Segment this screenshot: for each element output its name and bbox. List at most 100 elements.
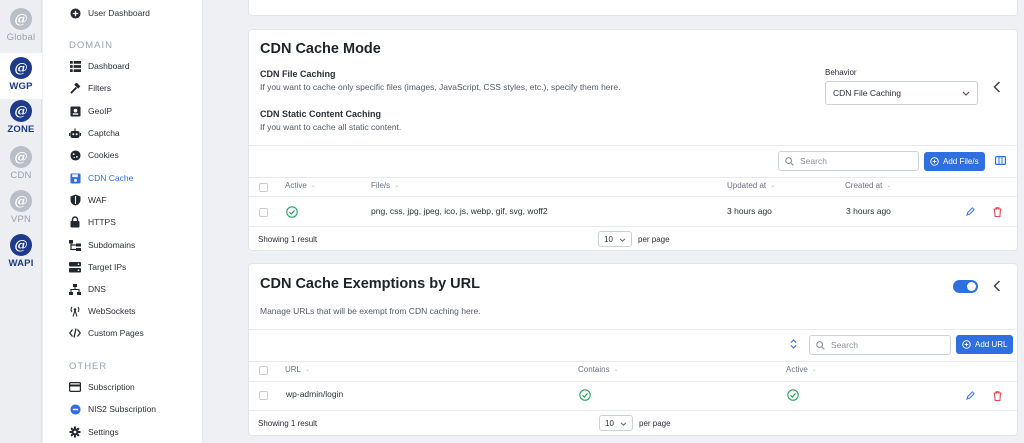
sidebar-item-label: Dashboard	[88, 61, 130, 71]
rail-item-wapi[interactable]: @ WAPI	[0, 234, 42, 280]
file-search-input[interactable]: Search	[778, 151, 919, 171]
sitemap-icon	[69, 239, 81, 251]
sidebar-item-filters[interactable]: Filters	[69, 80, 111, 96]
add-files-button[interactable]: Add File/s	[924, 152, 985, 171]
contains-check-icon	[579, 389, 591, 401]
rail-item-global[interactable]: @ Global	[0, 8, 42, 54]
behavior-select-value: CDN File Caching	[833, 88, 902, 98]
per-page-select[interactable]: 10	[598, 231, 632, 247]
rail-item-label: CDN	[10, 170, 32, 181]
rail-item-cdn[interactable]: @ CDN	[0, 146, 42, 192]
sidebar-item-cdn-cache[interactable]: CDN Cache	[69, 170, 133, 186]
sidebar-item-label: CDN Cache	[88, 173, 134, 183]
column-header-url[interactable]: URL ⌄	[285, 365, 310, 374]
per-page-select[interactable]: 10	[599, 415, 633, 431]
delete-trash-icon[interactable]	[993, 391, 1002, 401]
sidebar-item-https[interactable]: HTTPS	[69, 214, 116, 230]
collapse-chevron-icon[interactable]	[993, 280, 1001, 292]
sidebar-item-captcha[interactable]: Captcha	[69, 125, 120, 141]
divider	[249, 177, 1017, 178]
sidebar-item-waf[interactable]: WAF	[69, 192, 107, 208]
rail-item-vpn[interactable]: @ VPN	[0, 190, 42, 236]
card-icon	[69, 381, 81, 393]
add-url-button[interactable]: Add URL	[956, 335, 1014, 354]
broadcast-icon	[69, 305, 81, 317]
sidebar-item-dns[interactable]: DNS	[69, 281, 106, 297]
select-all-checkbox[interactable]	[259, 366, 268, 375]
global-logo-icon: @	[10, 8, 32, 30]
row-url: wp-admin/login	[286, 389, 344, 399]
card-title: CDN Cache Exemptions by URL	[260, 276, 480, 292]
sidebar-item-target-ips[interactable]: Target IPs	[69, 259, 126, 275]
behavior-label: Behavior	[825, 68, 857, 77]
per-page-control: 10 per page	[599, 415, 671, 431]
grid-icon	[69, 60, 81, 72]
hammer-icon	[69, 82, 81, 94]
section-label-domain: DOMAIN	[69, 40, 113, 51]
plus-circle-icon	[962, 340, 971, 349]
column-header-contains[interactable]: Contains ⌄	[578, 365, 619, 374]
sidebar-item-settings[interactable]: Settings	[69, 424, 119, 440]
sidebar-item-label: DNS	[88, 284, 106, 294]
column-header-label: Updated at	[727, 181, 767, 190]
column-header-updated[interactable]: Updated at ⌄	[727, 181, 775, 190]
sort-toggle-icon[interactable]	[790, 339, 797, 349]
collapse-chevron-icon[interactable]	[993, 81, 1001, 93]
divider	[249, 145, 1017, 146]
column-header-label: Created at	[845, 181, 883, 190]
sort-icon: ⌄	[886, 183, 892, 189]
lock-icon	[69, 216, 81, 228]
search-placeholder: Search	[800, 156, 827, 166]
search-icon	[785, 156, 794, 166]
url-search-input[interactable]: Search	[809, 335, 951, 355]
sidebar-item-label: Cookies	[88, 150, 119, 160]
minus-circle-icon	[69, 403, 81, 415]
sidebar-item-cookies[interactable]: Cookies	[69, 147, 119, 163]
column-header-label: URL	[285, 365, 302, 374]
column-header-active[interactable]: Active ⌄	[285, 181, 316, 190]
per-page-label: per page	[638, 234, 670, 244]
sidebar-item-subdomains[interactable]: Subdomains	[69, 237, 135, 253]
column-header-files[interactable]: File/s ⌄	[371, 181, 399, 190]
sidebar-item-dashboard[interactable]: Dashboard	[69, 58, 130, 74]
columns-icon[interactable]	[995, 156, 1006, 165]
sort-icon: ⌄	[310, 183, 316, 189]
sidebar-item-geoip[interactable]: GeoIP	[69, 103, 112, 119]
rail-item-zone[interactable]: @ ZONE	[0, 100, 42, 146]
column-header-active[interactable]: Active ⌄	[786, 365, 817, 374]
behavior-select[interactable]: CDN File Caching	[825, 81, 978, 105]
sidebar-item-websockets[interactable]: WebSockets	[69, 303, 136, 319]
sidebar-item-label: Target IPs	[88, 262, 127, 272]
sidebar-item-custom-pages[interactable]: Custom Pages	[69, 325, 144, 341]
row-checkbox[interactable]	[259, 391, 268, 400]
chevron-down-icon	[620, 419, 627, 428]
wapi-logo-icon: @	[10, 234, 32, 256]
sidebar-item-nis2-subscription[interactable]: NIS2 Subscription	[69, 401, 156, 417]
select-all-checkbox[interactable]	[259, 183, 268, 192]
cdn-cache-mode-card: CDN Cache Mode CDN File Caching If you w…	[248, 29, 1018, 251]
showing-results: Showing 1 result	[258, 419, 318, 428]
row-checkbox[interactable]	[259, 208, 268, 217]
code-icon	[69, 327, 81, 339]
active-check-icon	[787, 389, 799, 401]
rail-item-label: WAPI	[8, 258, 34, 269]
product-rail: @ Global @ WGP @ ZONE @ CDN @ VPN @ WAPI	[0, 0, 42, 443]
sidebar-item-label: Subdomains	[88, 240, 136, 250]
sidebar: User Dashboard DOMAIN Dashboard Filters …	[43, 0, 203, 443]
delete-trash-icon[interactable]	[993, 207, 1002, 217]
column-header-created[interactable]: Created at ⌄	[845, 181, 891, 190]
toggle-knob	[967, 282, 976, 291]
sidebar-item-label: User Dashboard	[88, 8, 150, 18]
divider	[249, 329, 1017, 330]
gear-icon	[69, 426, 81, 438]
file-caching-title: CDN File Caching	[260, 69, 336, 79]
sidebar-item-subscription[interactable]: Subscription	[69, 379, 135, 395]
sidebar-item-user-dashboard[interactable]: User Dashboard	[69, 5, 150, 21]
rail-item-wgp[interactable]: @ WGP	[0, 53, 42, 99]
section-label-other: OTHER	[69, 361, 108, 372]
edit-pencil-icon[interactable]	[966, 391, 975, 400]
edit-pencil-icon[interactable]	[966, 207, 975, 216]
exemptions-toggle[interactable]	[953, 280, 978, 293]
rail-item-label: WGP	[9, 81, 33, 92]
network-icon	[69, 283, 81, 295]
